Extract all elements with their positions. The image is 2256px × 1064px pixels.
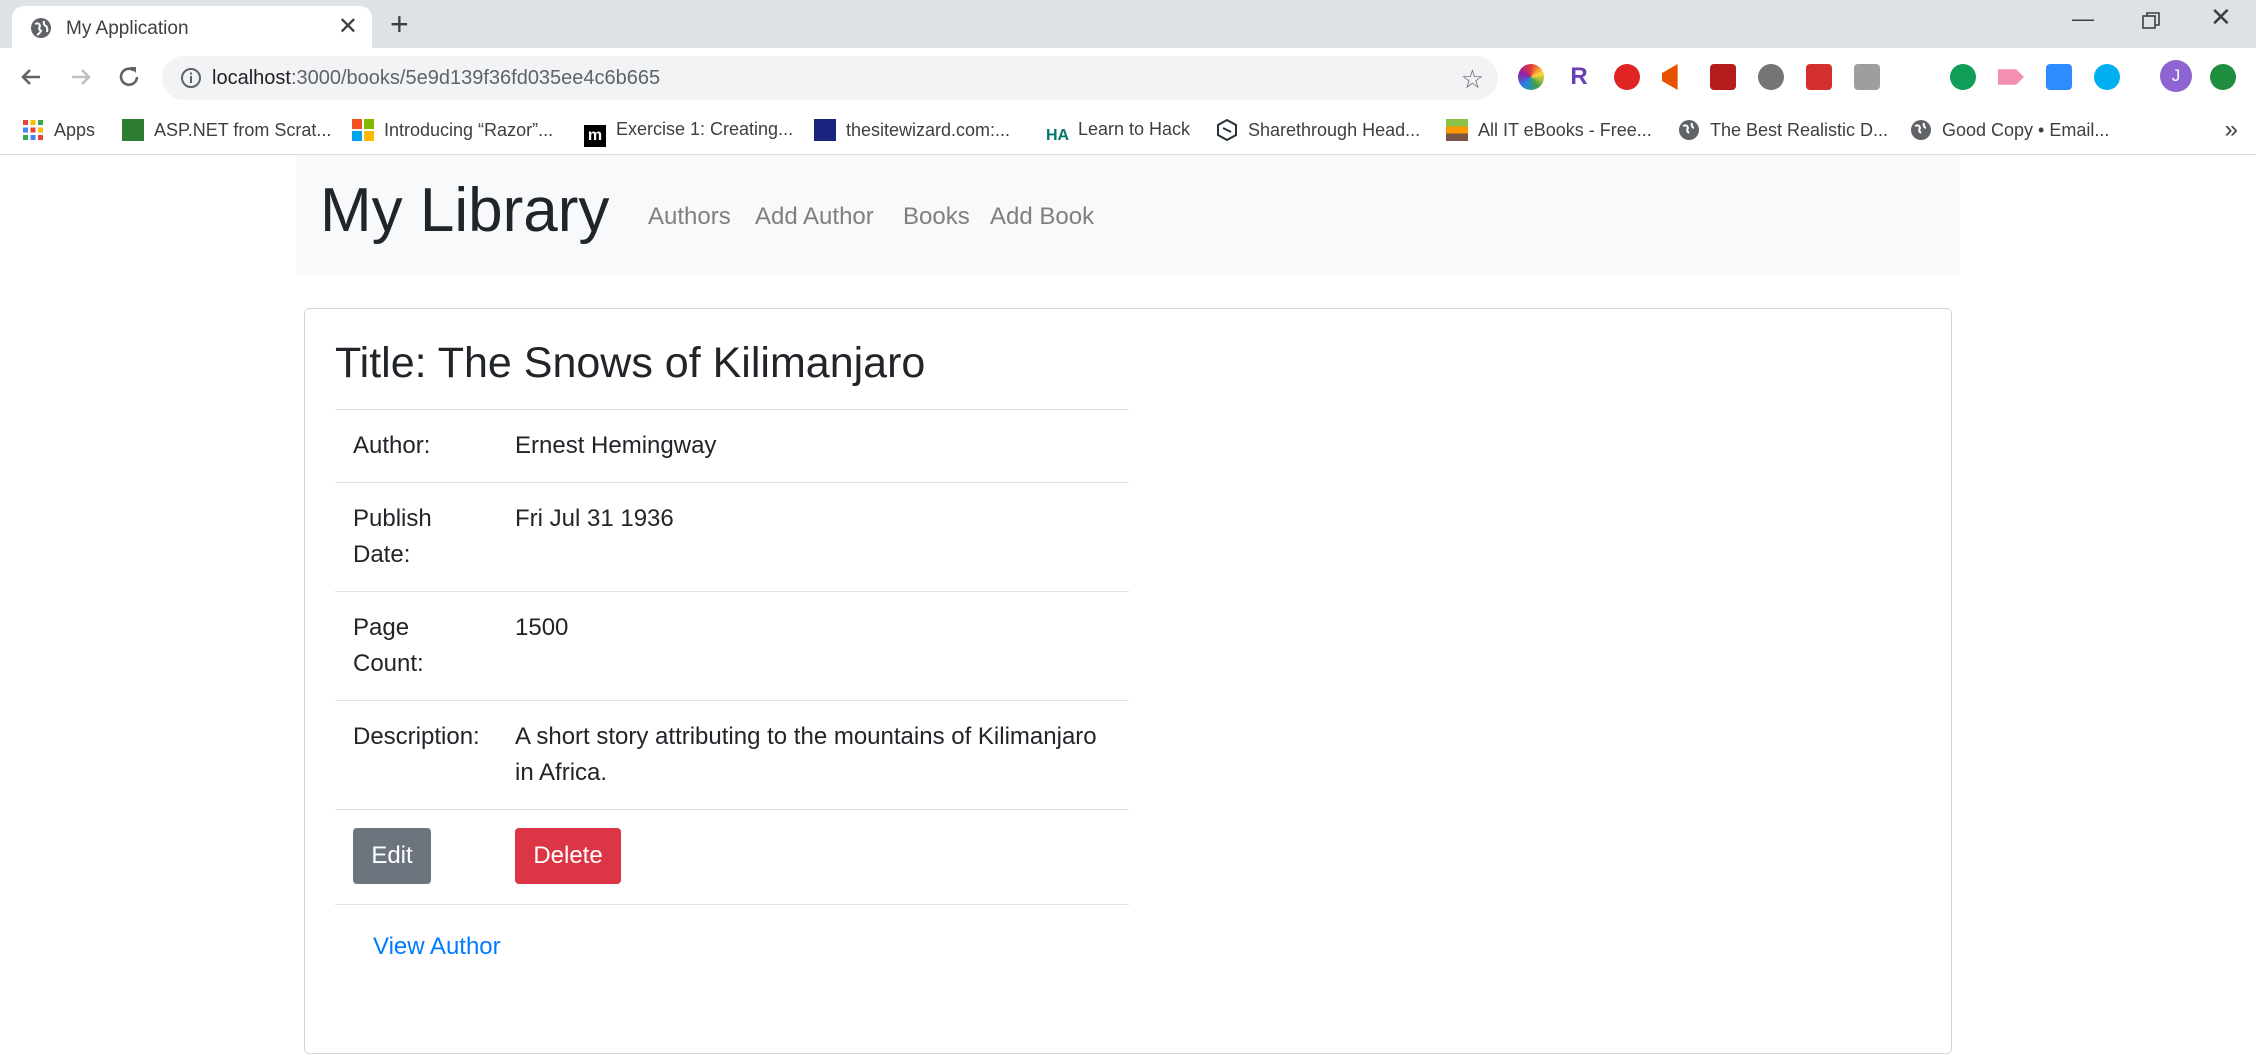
restore-icon[interactable] — [2142, 12, 2160, 30]
table-row-actions: Edit Delete — [335, 809, 1129, 905]
chat-extension-icon[interactable] — [1950, 64, 1976, 90]
browser-tab[interactable]: My Application ✕ — [12, 6, 372, 48]
navbar: My Library Authors Add Author Books Add … — [296, 155, 1960, 275]
sharethrough-icon — [1217, 119, 1237, 141]
bookmark-label: ASP.NET from Scrat... — [154, 120, 332, 140]
arrow-extension-icon[interactable] — [1998, 69, 2024, 85]
reload-icon[interactable] — [114, 62, 144, 92]
color-picker-extension-icon[interactable] — [1518, 64, 1544, 90]
ha-icon: HA — [1046, 127, 1070, 144]
zoom-extension-icon[interactable] — [2046, 64, 2072, 90]
description-value: A short story attributing to the mountai… — [515, 723, 1097, 786]
table-row-publish-date: Publish Date: Fri Jul 31 1936 — [335, 482, 1129, 591]
pdf-extension-icon[interactable] — [1710, 64, 1736, 90]
brand-link[interactable]: My Library — [320, 175, 609, 246]
nav-link-add-book[interactable]: Add Book — [990, 203, 1094, 231]
bookmark-exercise[interactable]: m Exercise 1: Creating... — [584, 119, 793, 147]
microsoft-icon — [352, 119, 374, 141]
skype-extension-icon[interactable] — [2094, 64, 2120, 90]
megaphone-extension-icon[interactable] — [1662, 64, 1678, 90]
bookmark-learn-to-hack[interactable]: HA Learn to Hack — [1046, 119, 1190, 147]
url-path: :3000/books/5e9d139f36fd035ee4c6b665 — [290, 67, 661, 89]
nav-link-books[interactable]: Books — [903, 203, 970, 231]
profile-avatar[interactable]: J — [2160, 60, 2192, 92]
page-content: My Library Authors Add Author Books Add … — [0, 155, 2256, 1064]
bookmark-label: Apps — [54, 120, 96, 140]
browser-toolbar: localhost:3000/books/5e9d139f36fd035ee4c… — [0, 48, 2256, 108]
bookmark-label: All IT eBooks - Free... — [1478, 120, 1652, 140]
forward-icon[interactable] — [66, 62, 96, 92]
bookmark-label: Introducing “Razor”... — [384, 120, 554, 140]
dots-extension-icon[interactable] — [1806, 64, 1832, 90]
cast-extension-icon[interactable] — [1854, 64, 1880, 90]
page-count-label: Page Count: — [353, 614, 424, 677]
book-details-table: Author: Ernest Hemingway Publish Date: F… — [335, 409, 1129, 905]
author-label: Author: — [353, 432, 431, 459]
edit-button[interactable]: Edit — [353, 828, 431, 884]
minimize-icon[interactable]: — — [2072, 6, 2094, 32]
globe-icon — [31, 18, 51, 38]
update-icon[interactable] — [2210, 64, 2236, 90]
bookmark-good-copy[interactable]: Good Copy • Email... — [1910, 119, 2109, 141]
table-row-author: Author: Ernest Hemingway — [335, 409, 1129, 482]
info-icon[interactable] — [180, 67, 202, 89]
nav-link-authors[interactable]: Authors — [648, 203, 731, 231]
books-icon — [1446, 119, 1468, 141]
address-bar[interactable]: localhost:3000/books/5e9d139f36fd035ee4c… — [162, 56, 1498, 100]
close-tab-icon[interactable]: ✕ — [338, 15, 358, 39]
description-label: Description: — [353, 723, 480, 750]
url-text: localhost:3000/books/5e9d139f36fd035ee4c… — [212, 67, 660, 90]
apps-grid-icon — [23, 120, 43, 140]
tab-strip: My Application ✕ + — ✕ — [0, 0, 2256, 48]
back-icon[interactable] — [16, 62, 46, 92]
bookmark-sitewizard[interactable]: thesitewizard.com:... — [814, 119, 1010, 141]
r-extension-icon[interactable]: R — [1566, 64, 1592, 90]
adblock-extension-icon[interactable] — [1614, 64, 1640, 90]
bookmark-label: Sharethrough Head... — [1248, 120, 1421, 140]
bookmark-all-it-ebooks[interactable]: All IT eBooks - Free... — [1446, 119, 1652, 141]
bookmark-star-icon[interactable]: ☆ — [1461, 64, 1484, 95]
more-bookmarks-icon[interactable]: » — [2225, 116, 2238, 144]
author-value: Ernest Hemingway — [515, 432, 717, 459]
bookmark-apps[interactable]: Apps — [22, 119, 95, 141]
globe-icon — [1679, 120, 1699, 140]
publish-date-label: Publish Date: — [353, 505, 432, 568]
bookmark-label: The Best Realistic D... — [1710, 120, 1889, 140]
table-row-page-count: Page Count: 1500 — [335, 591, 1129, 700]
table-row-description: Description: A short story attributing t… — [335, 700, 1129, 809]
book-details-card: Title: The Snows of Kilimanjaro Author: … — [304, 308, 1952, 1054]
m-icon: m — [584, 125, 606, 147]
bookmark-label: Good Copy • Email... — [1942, 120, 2110, 140]
circle-extension-icon[interactable] — [1758, 64, 1784, 90]
tab-title: My Application — [66, 18, 189, 39]
book-title: Title: The Snows of Kilimanjaro — [335, 339, 926, 387]
bookmark-label: Learn to Hack — [1078, 119, 1191, 139]
page-count-value: 1500 — [515, 614, 569, 641]
site-icon — [814, 119, 836, 141]
bookmark-sharethrough[interactable]: Sharethrough Head... — [1216, 119, 1420, 141]
bookmark-aspnet[interactable]: ASP.NET from Scrat... — [122, 119, 331, 141]
view-author-link[interactable]: View Author — [373, 933, 501, 961]
bookmark-label: thesitewizard.com:... — [846, 120, 1011, 140]
url-host: localhost — [212, 67, 291, 89]
new-tab-icon[interactable]: + — [390, 8, 409, 40]
nav-link-add-author[interactable]: Add Author — [755, 203, 874, 231]
bookmark-best-realistic[interactable]: The Best Realistic D... — [1678, 119, 1888, 141]
bookmark-icon — [122, 119, 144, 141]
bookmark-label: Exercise 1: Creating... — [616, 119, 794, 139]
bookmark-razor[interactable]: Introducing “Razor”... — [352, 119, 553, 141]
publish-date-value: Fri Jul 31 1936 — [515, 505, 674, 532]
close-window-icon[interactable]: ✕ — [2210, 2, 2232, 33]
globe-icon — [1911, 120, 1931, 140]
bookmarks-bar: Apps ASP.NET from Scrat... Introducing “… — [0, 108, 2256, 155]
delete-button[interactable]: Delete — [515, 828, 621, 884]
